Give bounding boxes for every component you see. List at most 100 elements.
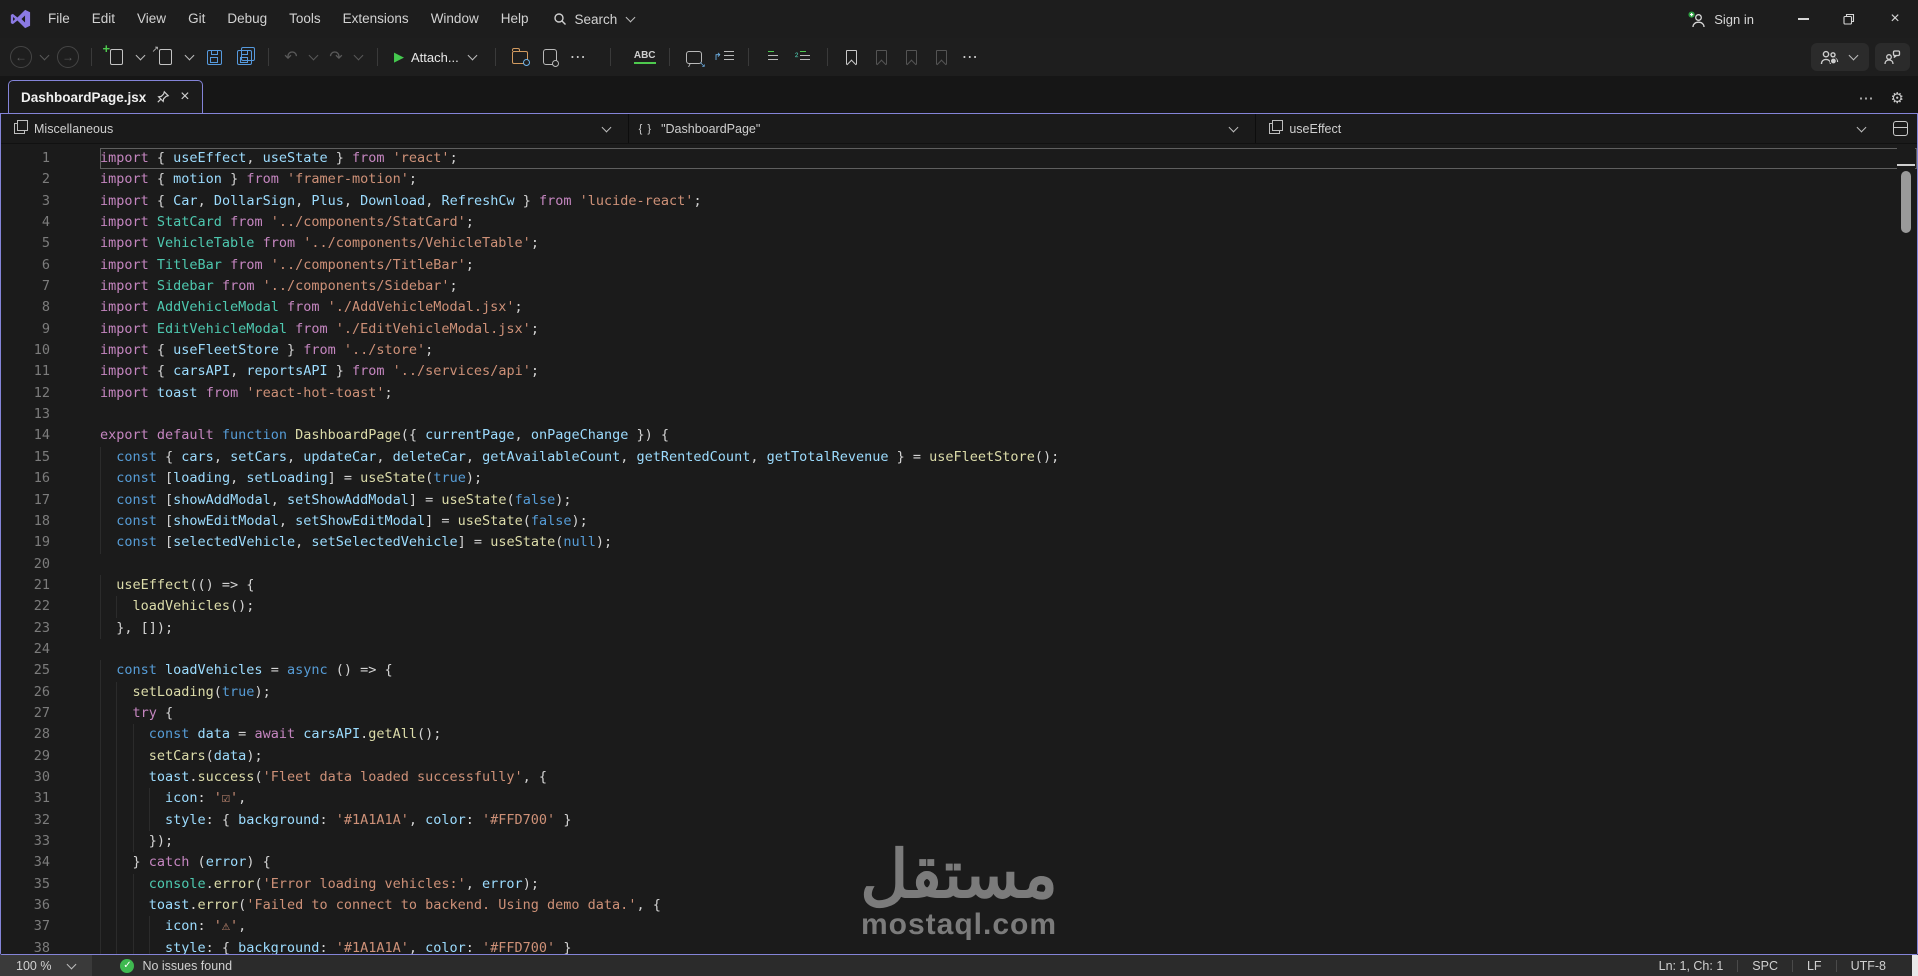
code-line[interactable]: 1 import { useEffect, useState } from 're… — [1, 148, 1917, 170]
line-number[interactable]: 16 — [1, 468, 50, 489]
code-line[interactable]: 31 icon: '☑', — [1, 788, 1917, 810]
code-line[interactable]: 5 import VehicleTable from '../components… — [1, 233, 1917, 254]
line-number[interactable]: 36 — [1, 895, 50, 916]
restore-button[interactable] — [1826, 0, 1872, 38]
tab-dashboardpage[interactable]: DashboardPage.jsx × — [8, 80, 203, 113]
code-line[interactable]: 24 — [1, 639, 1917, 660]
undo-button[interactable]: ↶ — [281, 47, 301, 67]
code-line[interactable]: 11 import { carsAPI, reportsAPI } from '.… — [1, 361, 1917, 382]
line-number[interactable]: 23 — [1, 618, 50, 639]
search-menu[interactable]: Search — [553, 12, 637, 27]
menu-git[interactable]: Git — [177, 0, 216, 38]
line-number[interactable]: 2 — [1, 169, 50, 190]
code-line[interactable]: 30 toast.success('Fleet data loaded succe… — [1, 766, 1917, 789]
bookmark-next-button[interactable] — [900, 44, 924, 70]
word-wrap-button[interactable]: ² — [791, 44, 815, 70]
line-number[interactable]: 7 — [1, 276, 50, 297]
code-line[interactable]: 23}, []); — [1, 617, 1917, 639]
code-line[interactable]: 2 import { motion } from 'framer-motion'; — [1, 169, 1917, 190]
caret-position[interactable]: Ln: 1, Ch: 1 — [1645, 959, 1738, 973]
zoom-selector[interactable]: 100 % — [0, 955, 93, 976]
line-number[interactable]: 6 — [1, 255, 50, 276]
code-line[interactable]: 15 const { cars, setCars, updateCar, dele… — [1, 446, 1917, 469]
code-line[interactable]: 33}); — [1, 831, 1917, 853]
issues-indicator[interactable]: ✓ No issues found — [120, 958, 232, 973]
code-line[interactable]: 37 icon: '⚠', — [1, 916, 1917, 938]
minimize-button[interactable] — [1780, 0, 1826, 38]
new-file-button[interactable] — [103, 41, 128, 70]
sign-in-button[interactable]: Sign in — [1688, 11, 1754, 28]
breadcrumb-file[interactable]: { } "DashboardPage" — [629, 114, 1257, 143]
menu-file[interactable]: File — [37, 0, 81, 38]
code-line[interactable]: 13 — [1, 404, 1917, 425]
code-line[interactable]: 16 const [loading, setLoading] = useState… — [1, 468, 1917, 490]
redo-button[interactable]: ↷ — [326, 47, 346, 67]
chevron-down-icon[interactable] — [308, 50, 319, 61]
line-number[interactable]: 9 — [1, 319, 50, 340]
line-number[interactable]: 38 — [1, 938, 50, 954]
code-line[interactable]: 12 import toast from 'react-hot-toast'; — [1, 383, 1917, 404]
spell-check-button[interactable]: ABC — [633, 44, 657, 70]
code-line[interactable]: 9 import EditVehicleModal from './EditVeh… — [1, 319, 1917, 340]
breadcrumb-project[interactable]: Miscellaneous — [1, 114, 629, 143]
close-tab-icon[interactable]: × — [180, 89, 189, 105]
code-line[interactable]: 27 try { — [1, 702, 1917, 725]
line-number[interactable]: 32 — [1, 810, 50, 831]
menu-extensions[interactable]: Extensions — [332, 0, 420, 38]
line-number[interactable]: 18 — [1, 511, 50, 532]
line-number[interactable]: 17 — [1, 490, 50, 511]
line-number[interactable]: 20 — [1, 554, 50, 575]
code-line[interactable]: 34} catch (error) { — [1, 852, 1917, 874]
live-share-button[interactable] — [1811, 43, 1869, 71]
code-line[interactable]: 6 import TitleBar from '../components/Tit… — [1, 255, 1917, 276]
code-line[interactable]: 32 style: { background: '#1A1A1A', color:… — [1, 809, 1917, 831]
toggle-whitespace-button[interactable] — [761, 44, 785, 70]
code-line[interactable]: 38 style: { background: '#1A1A1A', color:… — [1, 937, 1917, 954]
menu-help[interactable]: Help — [490, 0, 540, 38]
line-number[interactable]: 26 — [1, 682, 50, 703]
bookmark-prev-button[interactable] — [870, 44, 894, 70]
line-number[interactable]: 33 — [1, 831, 50, 852]
line-ending[interactable]: LF — [1793, 959, 1836, 973]
indent-mode[interactable]: SPC — [1738, 959, 1792, 973]
save-all-button[interactable] — [232, 44, 256, 70]
code-line[interactable]: 4 import StatCard from '../components/Sta… — [1, 212, 1917, 233]
line-number[interactable]: 31 — [1, 788, 50, 809]
code-line[interactable]: 17 const [showAddModal, setShowAddModal] … — [1, 489, 1917, 511]
line-number[interactable]: 22 — [1, 596, 50, 617]
code-line[interactable]: 19 const [selectedVehicle, setSelectedVeh… — [1, 532, 1917, 554]
line-number[interactable]: 34 — [1, 852, 50, 873]
chevron-down-icon[interactable] — [353, 50, 364, 61]
line-number[interactable]: 3 — [1, 191, 50, 212]
line-number[interactable]: 14 — [1, 425, 50, 446]
code-line[interactable]: 8 import AddVehicleModal from './AddVehic… — [1, 297, 1917, 318]
line-number[interactable]: 5 — [1, 233, 50, 254]
line-number[interactable]: 19 — [1, 532, 50, 553]
code-line[interactable]: 3 import { Car, DollarSign, Plus, Downloa… — [1, 191, 1917, 212]
search-document-button[interactable] — [538, 44, 562, 70]
scrollbar[interactable] — [1897, 144, 1915, 954]
code-line[interactable]: 10 import { useFleetStore } from '../stor… — [1, 340, 1917, 361]
open-file-button[interactable] — [152, 44, 177, 70]
toolbar-more-button[interactable]: ⋯ — [568, 47, 588, 67]
line-number[interactable]: 8 — [1, 297, 50, 318]
menu-debug[interactable]: Debug — [216, 0, 278, 38]
line-number[interactable]: 11 — [1, 361, 50, 382]
code-area[interactable]: 1 import { useEffect, useState } from 're… — [1, 148, 1917, 954]
line-number[interactable]: 12 — [1, 383, 50, 404]
bookmark-button[interactable] — [840, 44, 864, 70]
chevron-down-icon[interactable] — [39, 50, 50, 61]
line-number[interactable]: 13 — [1, 404, 50, 425]
scrollbar-thumb[interactable] — [1901, 171, 1911, 233]
encoding[interactable]: UTF-8 — [1837, 959, 1900, 973]
line-number[interactable]: 27 — [1, 703, 50, 724]
code-line[interactable]: 36 toast.error('Failed to connect to back… — [1, 895, 1917, 917]
code-line[interactable]: 20 — [1, 554, 1917, 575]
line-number[interactable]: 29 — [1, 746, 50, 767]
toolbar-more-button-2[interactable]: ⋯ — [960, 47, 980, 67]
code-line[interactable]: 21 useEffect(() => { — [1, 574, 1917, 597]
attach-run-button[interactable]: ▶ Attach... — [390, 49, 483, 65]
menu-window[interactable]: Window — [420, 0, 490, 38]
feedback-button[interactable] — [1875, 43, 1910, 71]
code-line[interactable]: 7 import Sidebar from '../components/Side… — [1, 276, 1917, 297]
